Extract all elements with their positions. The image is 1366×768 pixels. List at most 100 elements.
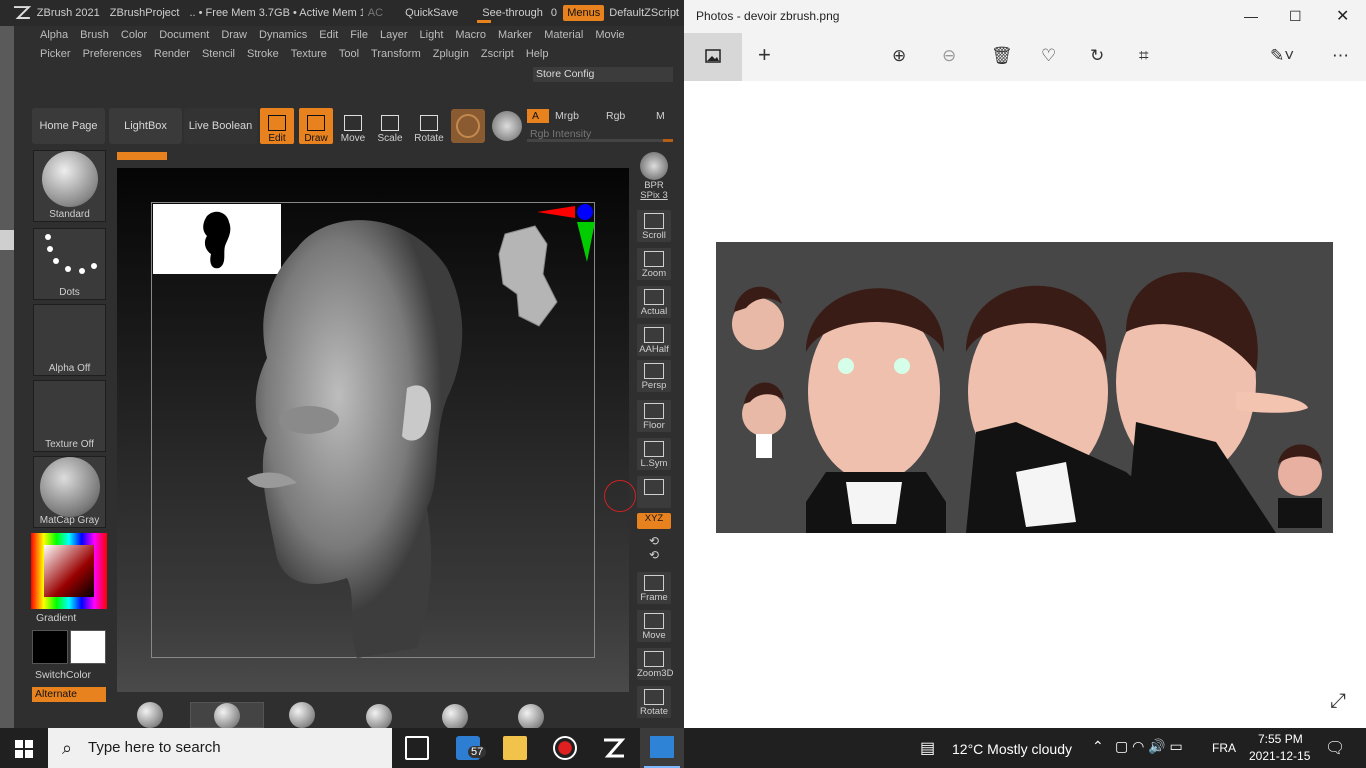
menu-zplugin[interactable]: Zplugin xyxy=(427,48,475,60)
left-tray-edge[interactable] xyxy=(0,26,14,728)
mrgb-button[interactable]: Mrgb xyxy=(555,109,579,123)
menu-preferences[interactable]: Preferences xyxy=(77,48,148,60)
draw-button[interactable]: Draw xyxy=(299,108,333,144)
rgb-intensity-track[interactable] xyxy=(527,139,673,142)
menu-marker[interactable]: Marker xyxy=(492,29,538,41)
weather-text[interactable]: 12°C Mostly cloudy xyxy=(952,741,1072,757)
menu-movie[interactable]: Movie xyxy=(589,29,630,41)
zoom-in-icon[interactable]: ⊕ xyxy=(892,46,906,66)
lightbox-button[interactable]: LightBox xyxy=(109,108,182,144)
gradient-label[interactable]: Gradient xyxy=(36,612,76,624)
system-tray-icons[interactable]: ▢ ◠ 🔊 ▭ xyxy=(1115,738,1183,755)
a-button[interactable]: A xyxy=(527,109,549,123)
scroll-button[interactable]: Scroll xyxy=(637,210,671,242)
clock-date[interactable]: 2021-12-15 xyxy=(1249,749,1310,763)
maximize-icon[interactable]: ☐ xyxy=(1289,0,1302,33)
menu-render[interactable]: Render xyxy=(148,48,196,60)
brush-thumb-3[interactable] xyxy=(289,702,315,728)
windows-start-icon[interactable] xyxy=(15,740,33,758)
rotate-view-button[interactable]: Rotate xyxy=(637,686,671,718)
add-icon[interactable]: + xyxy=(758,42,771,68)
alternate-button[interactable]: Alternate xyxy=(32,687,106,702)
spix-slider[interactable]: SPix 3 xyxy=(637,190,671,204)
store-config-button[interactable]: Store Config xyxy=(533,67,673,82)
zoom3d-button[interactable]: Zoom3D xyxy=(637,648,673,680)
move-button[interactable]: Move xyxy=(336,108,370,144)
rotate-axis-icons[interactable]: ⟲ ⟲ xyxy=(637,534,671,566)
crop-icon[interactable]: ⌗ xyxy=(1139,46,1149,66)
menu-transform[interactable]: Transform xyxy=(365,48,427,60)
canvas-viewport[interactable] xyxy=(117,168,636,692)
clock-time[interactable]: 7:55 PM xyxy=(1258,732,1303,746)
show-hidden-icons-icon[interactable]: ⌃ xyxy=(1092,738,1104,755)
notifications-icon[interactable]: 🗨 xyxy=(1325,738,1345,758)
minimize-icon[interactable]: — xyxy=(1244,0,1258,33)
menu-light[interactable]: Light xyxy=(414,29,450,41)
menu-texture[interactable]: Texture xyxy=(285,48,333,60)
gallery-button[interactable] xyxy=(684,33,742,81)
frame-button[interactable]: Frame xyxy=(637,572,671,604)
delete-icon[interactable]: 🗑 xyxy=(991,46,1013,66)
rgb-button[interactable]: Rgb xyxy=(606,109,625,123)
live-boolean-button[interactable]: Live Boolean xyxy=(184,108,257,144)
menu-color[interactable]: Color xyxy=(115,29,153,41)
brush-thumb-5[interactable] xyxy=(442,704,468,728)
xyz-button[interactable]: XYZ xyxy=(637,513,671,529)
persp-button[interactable]: Persp xyxy=(637,360,671,392)
zoom-button[interactable]: Zoom xyxy=(637,248,671,280)
zbrush-taskbar-icon[interactable] xyxy=(602,736,626,760)
rotate-button[interactable]: Rotate xyxy=(412,108,446,144)
menu-help[interactable]: Help xyxy=(520,48,555,60)
project-name[interactable]: ZBrushProject xyxy=(105,7,185,19)
menu-draw[interactable]: Draw xyxy=(215,29,253,41)
task-view-icon[interactable] xyxy=(405,736,429,760)
material-selector[interactable]: MatCap Gray xyxy=(33,456,106,528)
zoom-out-icon[interactable]: ⊖ xyxy=(942,46,956,66)
weather-icon[interactable]: ▤ xyxy=(920,738,935,758)
rotate-icon[interactable]: ↻ xyxy=(1090,46,1104,66)
menus-button[interactable]: Menus xyxy=(563,5,605,21)
tray-handle[interactable] xyxy=(0,230,14,250)
switchcolor-button[interactable]: SwitchColor xyxy=(35,669,91,681)
menu-document[interactable]: Document xyxy=(153,29,215,41)
move-view-button[interactable]: Move xyxy=(637,610,671,642)
lsym-button[interactable]: L.Sym xyxy=(637,438,671,470)
scale-button[interactable]: Scale xyxy=(373,108,407,144)
secondary-color-swatch[interactable] xyxy=(70,630,106,664)
file-explorer-icon[interactable] xyxy=(503,736,527,760)
brush-thumb-2[interactable] xyxy=(190,702,264,728)
menu-zscript[interactable]: Zscript xyxy=(475,48,520,60)
language-indicator[interactable]: FRA xyxy=(1212,741,1236,755)
menu-stencil[interactable]: Stencil xyxy=(196,48,241,60)
alpha-selector[interactable]: Alpha Off xyxy=(33,304,106,376)
taskbar-search-box[interactable]: ⌕ Type here to search xyxy=(48,728,392,768)
menu-dynamics[interactable]: Dynamics xyxy=(253,29,313,41)
menu-macro[interactable]: Macro xyxy=(449,29,492,41)
menu-alpha[interactable]: Alpha xyxy=(34,29,74,41)
floor-button[interactable]: Floor xyxy=(637,400,671,432)
record-icon[interactable] xyxy=(553,736,577,760)
menu-file[interactable]: File xyxy=(344,29,374,41)
menu-stroke[interactable]: Stroke xyxy=(241,48,285,60)
home-page-button[interactable]: Home Page xyxy=(32,108,105,144)
actual-button[interactable]: Actual xyxy=(637,286,671,318)
material-mode-button[interactable] xyxy=(451,109,485,143)
menu-layer[interactable]: Layer xyxy=(374,29,414,41)
lock-button[interactable] xyxy=(637,476,671,508)
brush-thumb-6[interactable] xyxy=(518,704,544,728)
menu-material[interactable]: Material xyxy=(538,29,589,41)
fullscreen-icon[interactable]: ⤢ xyxy=(1330,690,1346,713)
color-picker-square[interactable] xyxy=(44,545,94,597)
see-through-slider[interactable]: See-through 0 xyxy=(477,7,557,23)
photos-taskbar-button[interactable] xyxy=(640,728,684,768)
app-icon-57[interactable]: 57 xyxy=(456,736,487,760)
brush-thumb-4[interactable] xyxy=(366,704,392,728)
stroke-selector[interactable]: Dots xyxy=(33,228,106,300)
axis-gizmo[interactable] xyxy=(535,202,599,262)
color-mode-button[interactable] xyxy=(490,109,522,143)
brush-thumb-1[interactable] xyxy=(137,702,163,728)
default-zscript-button[interactable]: DefaultZScript xyxy=(604,7,684,19)
menu-picker[interactable]: Picker xyxy=(34,48,77,60)
main-color-swatch[interactable] xyxy=(32,630,68,664)
menu-tool[interactable]: Tool xyxy=(333,48,365,60)
